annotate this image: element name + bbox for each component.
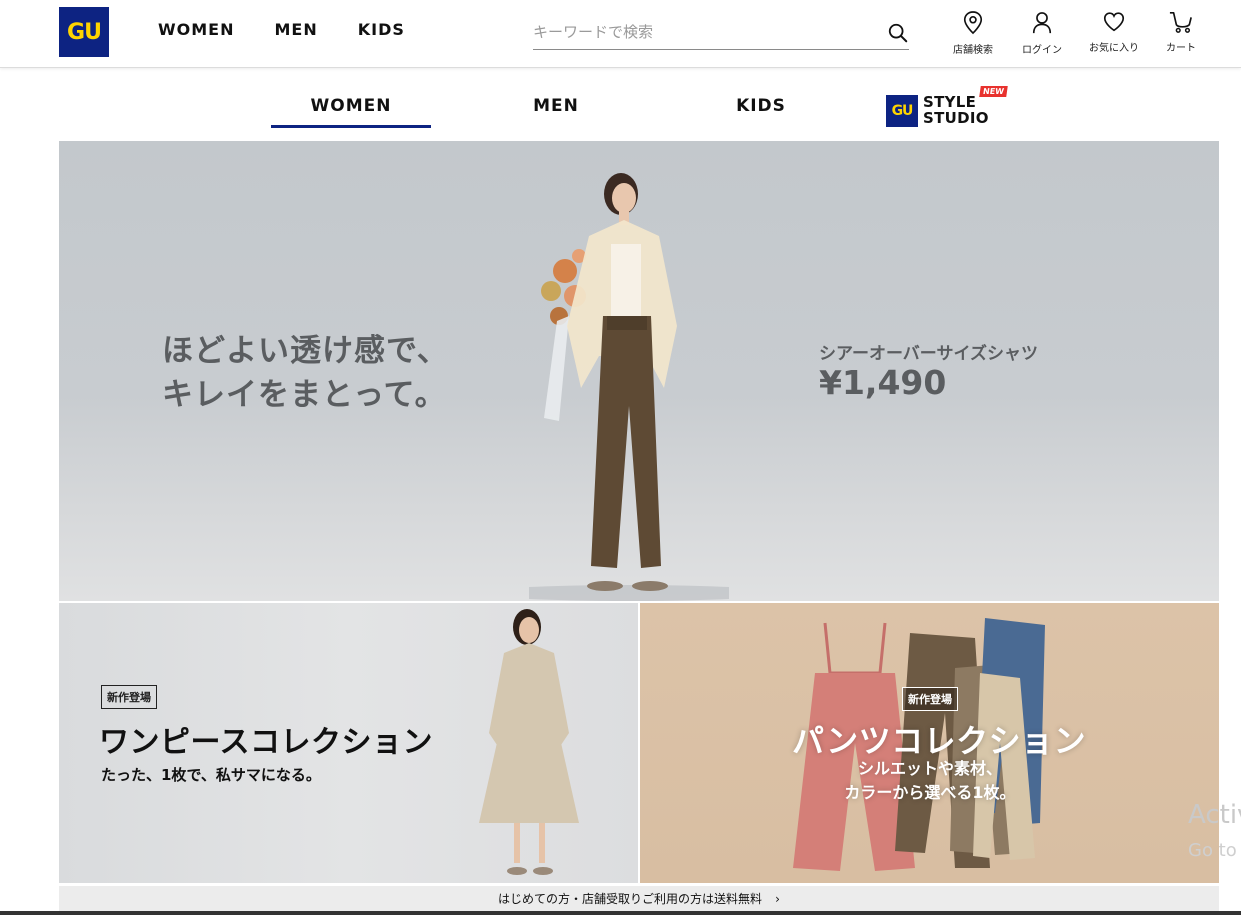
favorites-label: お気に入り bbox=[1089, 43, 1139, 54]
favorites-button[interactable]: お気に入り bbox=[1082, 10, 1146, 54]
search-input[interactable] bbox=[533, 20, 863, 44]
chevron-right-icon: › bbox=[775, 892, 780, 906]
new-arrival-badge: 新作登場 bbox=[101, 685, 157, 709]
model-image bbox=[529, 173, 729, 601]
os-watermark-line2: Go to bbox=[1188, 840, 1237, 861]
pants-collection-title: パンツコレクション bbox=[792, 722, 1087, 760]
style-studio-line2: STUDIO bbox=[923, 109, 989, 127]
hero-headline-line1: ほどよい透け感で、 bbox=[162, 333, 449, 369]
tab-men[interactable]: MEN bbox=[476, 96, 636, 116]
dress-model-image bbox=[479, 609, 579, 875]
dress-collection-subtitle: たった、1枚で、私サマになる。 bbox=[101, 766, 321, 784]
dress-collection-tile[interactable]: 新作登場 ワンピースコレクション たった、1枚で、私サマになる。 bbox=[59, 603, 638, 883]
top-nav: WOMEN MEN KIDS bbox=[158, 19, 445, 41]
pants-collection-subtitle: シルエットや素材、 カラーから選べる1枚。 bbox=[830, 757, 1030, 805]
search-icon[interactable] bbox=[887, 22, 909, 44]
tab-style-studio[interactable]: GU STYLE STUDIO NEW bbox=[886, 86, 1008, 129]
search-bar bbox=[533, 14, 909, 50]
style-studio-logo: GU bbox=[886, 95, 918, 127]
cart-label: カート bbox=[1166, 43, 1196, 54]
heart-icon bbox=[1103, 12, 1125, 32]
style-studio-label: STYLE STUDIO bbox=[923, 94, 989, 126]
tab-women[interactable]: WOMEN bbox=[271, 96, 431, 128]
new-badge: NEW bbox=[979, 86, 1008, 97]
style-studio-logo-text: GU bbox=[891, 103, 914, 119]
category-tabs: WOMEN MEN KIDS GU STYLE STUDIO NEW bbox=[0, 86, 1241, 130]
site-header: GU WOMEN MEN KIDS 店舗検索 ログイン お気に入り bbox=[0, 0, 1241, 68]
free-shipping-bar[interactable]: はじめての方・店舗受取りご利用の方は送料無料 › bbox=[59, 886, 1219, 913]
cart-icon bbox=[1169, 11, 1192, 33]
os-watermark-line1: Activ bbox=[1188, 800, 1241, 830]
free-shipping-text: はじめての方・店舗受取りご利用の方は送料無料 bbox=[498, 892, 763, 906]
nav-men[interactable]: MEN bbox=[275, 19, 318, 41]
login-label: ログイン bbox=[1022, 45, 1062, 56]
hero-headline: ほどよい透け感で、 キレイをまとって。 bbox=[162, 329, 449, 417]
new-arrival-badge: 新作登場 bbox=[902, 687, 958, 711]
pants-collection-tile[interactable]: 新作登場 パンツコレクション シルエットや素材、 カラーから選べる1枚。 bbox=[640, 603, 1219, 883]
pants-subtitle-line1: シルエットや素材、 bbox=[857, 759, 1002, 778]
logo-text: GU bbox=[67, 19, 102, 45]
dress-collection-title: ワンピースコレクション bbox=[99, 725, 433, 760]
map-pin-icon bbox=[963, 11, 983, 35]
hero-banner[interactable]: ほどよい透け感で、 キレイをまとって。 シアーオーバーサイズシャツ ¥1,490 bbox=[59, 141, 1219, 601]
bottom-strip bbox=[0, 911, 1241, 915]
tab-kids[interactable]: KIDS bbox=[681, 96, 841, 116]
cart-button[interactable]: カート bbox=[1149, 10, 1213, 54]
pants-subtitle-line2: カラーから選べる1枚。 bbox=[844, 783, 1016, 802]
hero-product-name: シアーオーバーサイズシャツ bbox=[819, 344, 1038, 364]
store-search-label: 店舗検索 bbox=[953, 45, 993, 56]
gu-logo[interactable]: GU bbox=[59, 7, 109, 57]
nav-women[interactable]: WOMEN bbox=[158, 19, 235, 41]
store-search-button[interactable]: 店舗検索 bbox=[941, 10, 1005, 56]
nav-kids[interactable]: KIDS bbox=[358, 19, 405, 41]
login-button[interactable]: ログイン bbox=[1010, 10, 1074, 56]
hero-headline-line2: キレイをまとって。 bbox=[162, 377, 447, 413]
user-icon bbox=[1032, 12, 1052, 34]
hero-price: ¥1,490 bbox=[819, 363, 947, 402]
